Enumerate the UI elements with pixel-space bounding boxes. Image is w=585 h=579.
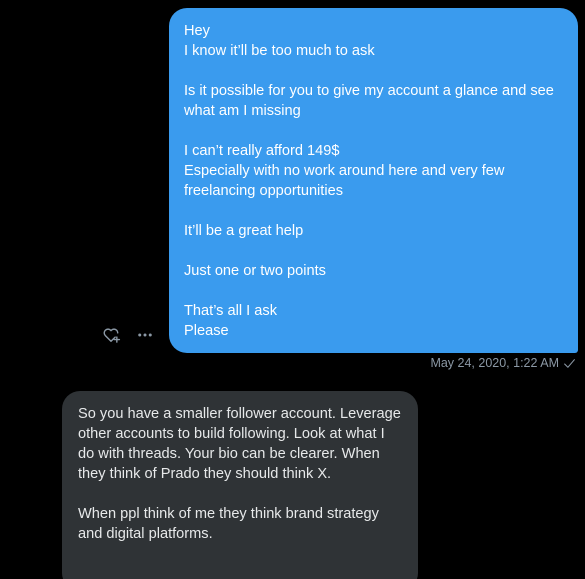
message-timestamp: May 24, 2020, 1:22 AM	[430, 356, 559, 370]
dm-conversation: Hey I know it’ll be too much to ask Is i…	[0, 0, 585, 579]
message-timestamp-row: May 24, 2020, 1:22 AM	[430, 354, 576, 372]
message-actions	[100, 324, 156, 346]
sent-message-bubble[interactable]: Hey I know it’ll be too much to ask Is i…	[169, 8, 578, 353]
check-icon	[563, 357, 576, 370]
received-message-bubble[interactable]: So you have a smaller follower account. …	[62, 391, 418, 579]
more-horizontal-icon[interactable]	[134, 324, 156, 346]
heart-plus-icon[interactable]	[100, 324, 122, 346]
